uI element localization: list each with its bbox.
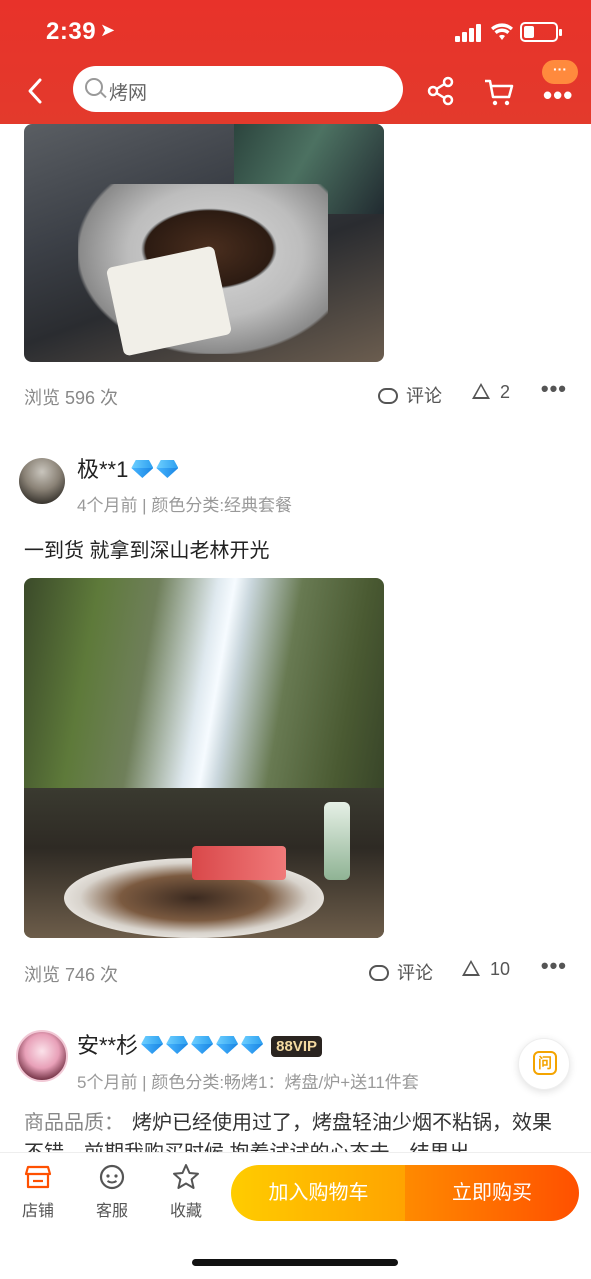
comment-label: 评论 (406, 386, 442, 406)
chevron-left-icon (28, 78, 42, 104)
store-button[interactable]: 店铺 (8, 1163, 68, 1221)
more-icon: ••• (543, 80, 574, 110)
comment-button[interactable]: 评论 (378, 382, 442, 408)
customer-service-button[interactable]: 客服 (82, 1163, 142, 1221)
like-count: 2 (500, 382, 511, 402)
store-label: 店铺 (21, 1203, 54, 1220)
review-meta: 4个月前 | 颜色分类:经典套餐 (77, 496, 293, 515)
like-button[interactable]: 2 (472, 382, 510, 403)
service-label: 客服 (95, 1203, 128, 1220)
location-arrow-icon: ➤ (100, 20, 116, 40)
wifi-icon (491, 23, 513, 40)
diamond-icon (141, 1036, 163, 1054)
back-button[interactable] (24, 76, 48, 106)
more-options-button[interactable]: ••• (541, 376, 567, 402)
avatar[interactable] (19, 458, 65, 504)
status-bar: 2:39 ➤ (0, 0, 591, 62)
diamond-icon (241, 1036, 263, 1054)
diamond-icon (156, 460, 178, 478)
home-indicator (192, 1259, 398, 1266)
chat-icon (99, 1164, 125, 1190)
cellular-signal-icon (455, 24, 483, 42)
add-to-cart-button[interactable]: 加入购物车 (231, 1165, 406, 1221)
share-icon[interactable] (426, 76, 456, 106)
question-icon: 问 (533, 1051, 557, 1075)
review-meta: 5个月前 | 颜色分类:畅烤1：烤盘/炉+送11件套 (77, 1073, 419, 1092)
comment-icon (378, 388, 398, 404)
review-1-stats: 浏览 596 次 评论 2 ••• (24, 376, 567, 410)
star-icon (173, 1164, 199, 1189)
ask-question-button[interactable]: 问 (518, 1038, 570, 1090)
review-photo-2[interactable] (24, 578, 384, 938)
like-button[interactable]: 10 (462, 959, 510, 980)
comment-button[interactable]: 评论 (369, 959, 433, 985)
search-bar[interactable]: 烤网 (73, 66, 403, 112)
review-photo-1[interactable] (24, 124, 384, 362)
search-icon (85, 78, 103, 96)
diamond-icon (166, 1036, 188, 1054)
diamond-icon (131, 460, 153, 478)
battery-icon (520, 22, 562, 42)
status-time: 2:39 (46, 18, 97, 45)
like-count: 10 (490, 959, 511, 979)
diamond-icon (191, 1036, 213, 1054)
review-text: 一到货 就拿到深山老林开光 (24, 540, 270, 562)
avatar[interactable] (16, 1030, 68, 1082)
comment-label: 评论 (397, 963, 433, 983)
more-menu-button[interactable]: ··· ••• (540, 60, 580, 110)
reviewer-name: 安**杉 88VIP (77, 1028, 322, 1060)
cart-icon[interactable] (483, 77, 515, 107)
view-count: 浏览 596 次 (24, 388, 119, 408)
vip-badge: 88VIP (271, 1036, 322, 1057)
like-icon (462, 960, 480, 976)
top-bar: 2:39 ➤ 烤网 ··· ••• (0, 0, 591, 124)
like-icon (472, 383, 490, 399)
store-icon (24, 1165, 52, 1189)
view-count: 浏览 746 次 (24, 965, 119, 985)
reviewer-name: 极**1 (77, 452, 178, 484)
more-options-button[interactable]: ••• (541, 953, 567, 979)
diamond-icon (216, 1036, 238, 1054)
search-input[interactable]: 烤网 (109, 78, 147, 105)
quality-label: 商品品质： (24, 1112, 124, 1134)
buy-now-button[interactable]: 立即购买 (405, 1165, 579, 1221)
favorite-label: 收藏 (169, 1203, 202, 1220)
comment-icon (369, 965, 389, 981)
review-2-stats: 浏览 746 次 评论 10 ••• (24, 953, 567, 987)
favorite-button[interactable]: 收藏 (156, 1163, 216, 1221)
